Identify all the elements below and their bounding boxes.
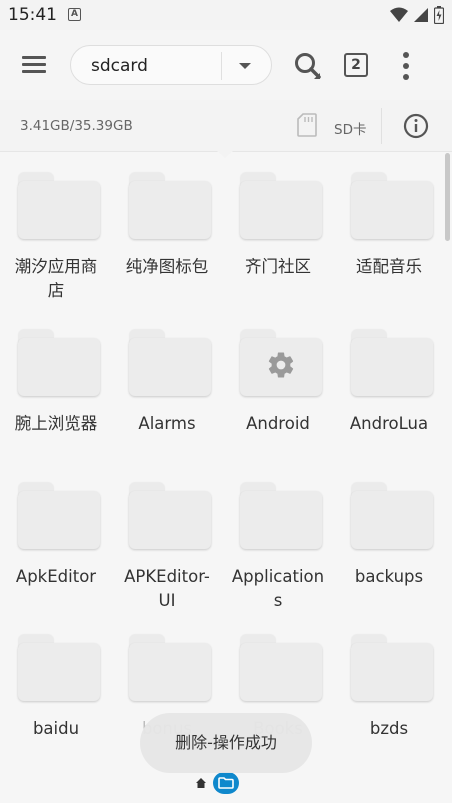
breadcrumb xyxy=(0,772,452,803)
search-icon[interactable] xyxy=(292,50,324,82)
folder-icon xyxy=(351,483,433,549)
volume-label[interactable]: SD卡 xyxy=(334,118,366,138)
status-icons xyxy=(390,6,444,24)
folder-icon xyxy=(129,173,211,239)
folder-name: Applications xyxy=(231,567,325,610)
folder-item[interactable]: 适配音乐 xyxy=(333,153,444,310)
chevron-down-icon[interactable] xyxy=(239,63,251,69)
folder-name: AndroLua xyxy=(349,414,429,433)
folder-icon xyxy=(129,483,211,549)
folder-icon xyxy=(129,635,211,701)
file-grid: 潮汐应用商店 纯净图标包 齐门社区 适配音乐 腕上浏览器 Alarms Andr… xyxy=(0,153,444,803)
storage-usage: 3.41GB/35.39GB xyxy=(20,118,133,134)
folder-icon xyxy=(18,173,100,239)
settings-icon xyxy=(268,352,294,378)
folder-item[interactable]: AndroLua xyxy=(333,310,444,467)
folder-item[interactable]: bzds xyxy=(333,615,444,767)
folder-name: Alarms xyxy=(138,414,196,433)
folder-name: Android xyxy=(246,414,310,433)
path-divider xyxy=(221,52,222,80)
folder-name: bzds xyxy=(369,719,409,738)
wifi-icon xyxy=(390,7,408,22)
toolbar: sdcard 2 xyxy=(0,30,452,100)
folder-item[interactable]: Android xyxy=(222,310,333,467)
folder-name: ApkEditor xyxy=(15,567,97,586)
info-divider xyxy=(381,108,382,144)
folder-icon xyxy=(18,330,100,396)
tabs-button[interactable]: 2 xyxy=(344,53,368,77)
folder-icon xyxy=(240,483,322,549)
folder-icon xyxy=(351,173,433,239)
folder-name: 纯净图标包 xyxy=(125,257,209,276)
folder-icon xyxy=(351,635,433,701)
folder-icon xyxy=(129,330,211,396)
folder-item[interactable]: ApkEditor xyxy=(0,463,111,615)
path-text: sdcard xyxy=(91,56,148,76)
info-pointer xyxy=(217,151,233,158)
folder-name: APKEditor-UI xyxy=(124,567,210,610)
home-icon[interactable] xyxy=(195,777,207,789)
folder-item[interactable]: 纯净图标包 xyxy=(111,153,222,310)
folder-item[interactable]: Alarms xyxy=(111,310,222,467)
menu-icon[interactable] xyxy=(20,54,48,76)
signal-icon xyxy=(414,8,428,22)
path-selector[interactable]: sdcard xyxy=(70,45,272,85)
folder-item[interactable]: 潮汐应用商店 xyxy=(0,153,111,310)
folder-icon xyxy=(18,483,100,549)
folder-item[interactable]: 齐门社区 xyxy=(222,153,333,310)
status-bar: 15:41 A xyxy=(0,0,452,30)
folder-icon xyxy=(18,635,100,701)
sd-card-icon xyxy=(297,113,317,137)
folder-item[interactable]: 腕上浏览器 xyxy=(0,310,111,467)
folder-name: backups xyxy=(354,567,424,586)
breadcrumb-folder[interactable] xyxy=(213,772,239,794)
folder-name: 齐门社区 xyxy=(245,257,311,276)
folder-item[interactable]: backups xyxy=(333,463,444,615)
folder-item[interactable]: APKEditor-UI xyxy=(111,463,222,615)
folder-name: 适配音乐 xyxy=(356,257,422,276)
status-time: 15:41 xyxy=(8,5,57,25)
notification-icon: A xyxy=(68,8,81,21)
battery-icon xyxy=(434,6,444,24)
folder-icon xyxy=(218,777,234,789)
toast-message: 删除-操作成功 xyxy=(140,713,312,773)
folder-item[interactable]: Applications xyxy=(222,463,333,615)
info-icon[interactable] xyxy=(403,113,429,139)
folder-name: 潮汐应用商店 xyxy=(14,257,98,300)
folder-icon xyxy=(240,635,322,701)
storage-info-bar: 3.41GB/35.39GB SD卡 xyxy=(0,100,452,152)
folder-name: 腕上浏览器 xyxy=(14,414,98,433)
folder-icon xyxy=(240,173,322,239)
folder-icon xyxy=(240,330,322,396)
folder-icon xyxy=(351,330,433,396)
more-vert-icon[interactable] xyxy=(398,50,414,82)
scrollbar[interactable] xyxy=(445,153,450,241)
folder-item[interactable]: baidu xyxy=(0,615,111,767)
folder-name: baidu xyxy=(32,719,80,738)
